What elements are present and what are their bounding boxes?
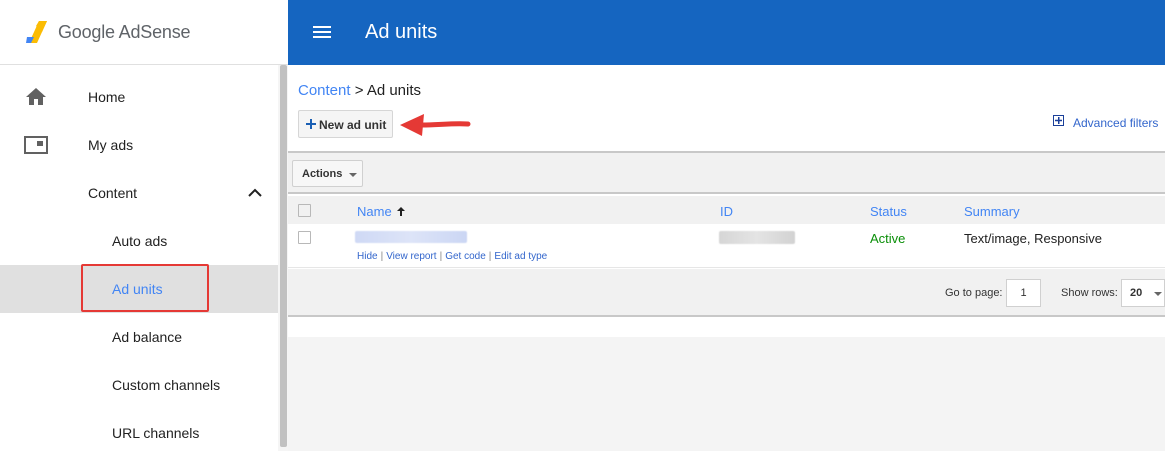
- ad-unit-name-link-redacted[interactable]: [355, 231, 467, 243]
- ad-unit-id-redacted: [719, 231, 795, 244]
- page-title: Ad units: [365, 21, 438, 43]
- sidebar-item-content[interactable]: Content: [0, 169, 278, 217]
- status-badge: Active: [870, 231, 906, 246]
- actions-label: Actions: [302, 168, 343, 180]
- column-header-summary[interactable]: Summary: [964, 204, 1020, 219]
- column-name-label: Name: [357, 204, 392, 219]
- hamburger-menu-icon[interactable]: [310, 20, 334, 44]
- home-icon: [26, 88, 46, 105]
- column-header-status[interactable]: Status: [870, 204, 907, 219]
- table-header: Name ID Status Summary: [288, 196, 1165, 224]
- table-toolbar: Actions: [288, 151, 1165, 194]
- sidebar-item-label: Content: [88, 185, 138, 201]
- link-separator: |: [380, 251, 384, 262]
- sidebar: Google AdSense Home My ads Content Auto …: [0, 0, 288, 451]
- advanced-filters-label: Advanced filters: [1073, 116, 1159, 130]
- sidebar-item-url-channels[interactable]: URL channels: [0, 409, 278, 451]
- show-rows-label: Show rows:: [1061, 287, 1118, 299]
- show-rows-select[interactable]: 20: [1121, 279, 1165, 307]
- red-arrow-annotation-icon: [400, 114, 471, 136]
- sidebar-item-label: Ad balance: [112, 329, 183, 345]
- expand-plus-box-icon: [1053, 115, 1064, 126]
- row-checkbox[interactable]: [298, 231, 311, 244]
- view-report-link[interactable]: View report: [386, 251, 436, 262]
- hide-link[interactable]: Hide: [357, 251, 378, 262]
- link-separator: |: [488, 251, 492, 262]
- new-ad-unit-button[interactable]: New ad unit: [298, 110, 393, 138]
- summary-text: Text/image, Responsive: [964, 231, 1103, 246]
- top-app-bar: Ad units: [288, 0, 1165, 65]
- sidebar-item-home[interactable]: Home: [0, 73, 278, 121]
- sidebar-item-label: Home: [88, 89, 126, 105]
- sidebar-item-ad-balance[interactable]: Ad balance: [0, 313, 278, 361]
- sidebar-item-custom-channels[interactable]: Custom channels: [0, 361, 278, 409]
- sidebar-item-label: My ads: [88, 137, 134, 153]
- breadcrumb-separator: >: [354, 82, 364, 99]
- sidebar-item-label: URL channels: [112, 425, 200, 441]
- column-header-id[interactable]: ID: [720, 204, 733, 219]
- edit-ad-type-link[interactable]: Edit ad type: [494, 251, 547, 262]
- main-content: Content > Ad units New ad unit Advanced …: [288, 65, 1165, 451]
- breadcrumb-link-content[interactable]: Content: [298, 82, 351, 99]
- sort-ascending-arrow-icon: [397, 207, 406, 216]
- select-all-checkbox[interactable]: [298, 204, 311, 217]
- column-header-name[interactable]: Name: [357, 204, 406, 219]
- sidebar-item-label: Auto ads: [112, 233, 168, 249]
- goto-page-input[interactable]: 1: [1006, 279, 1041, 307]
- content-background-area: [288, 337, 1165, 451]
- highlight-annotation-box: [81, 264, 209, 312]
- show-rows-value: 20: [1130, 287, 1143, 299]
- ads-icon: [24, 136, 48, 154]
- actions-dropdown[interactable]: Actions: [292, 160, 363, 187]
- caret-down-icon: [349, 173, 357, 177]
- goto-page-label: Go to page:: [945, 287, 1003, 299]
- brand-header: Google AdSense: [0, 0, 288, 65]
- breadcrumb: Content > Ad units: [298, 82, 421, 99]
- chevron-up-icon[interactable]: [245, 183, 265, 203]
- pagination-bar: Go to page: 1 Show rows: 20: [288, 269, 1165, 317]
- plus-icon: [306, 119, 316, 129]
- table-row: Active Text/image, Responsive Hide | View …: [288, 224, 1165, 268]
- sidebar-item-auto-ads[interactable]: Auto ads: [0, 217, 278, 265]
- sidebar-item-my-ads[interactable]: My ads: [0, 121, 278, 169]
- row-action-links: Hide | View report | Get code | Edit ad type: [357, 251, 547, 262]
- breadcrumb-current: Ad units: [366, 82, 422, 99]
- get-code-link[interactable]: Get code: [445, 251, 486, 262]
- caret-down-icon: [1154, 292, 1162, 296]
- adsense-logo-icon: [26, 21, 47, 43]
- brand-name[interactable]: Google AdSense: [58, 22, 191, 43]
- sidebar-scrollbar-thumb[interactable]: [280, 65, 287, 447]
- sidebar-item-label: Custom channels: [112, 377, 221, 393]
- new-ad-unit-label: New ad unit: [319, 118, 387, 132]
- link-separator: |: [439, 251, 443, 262]
